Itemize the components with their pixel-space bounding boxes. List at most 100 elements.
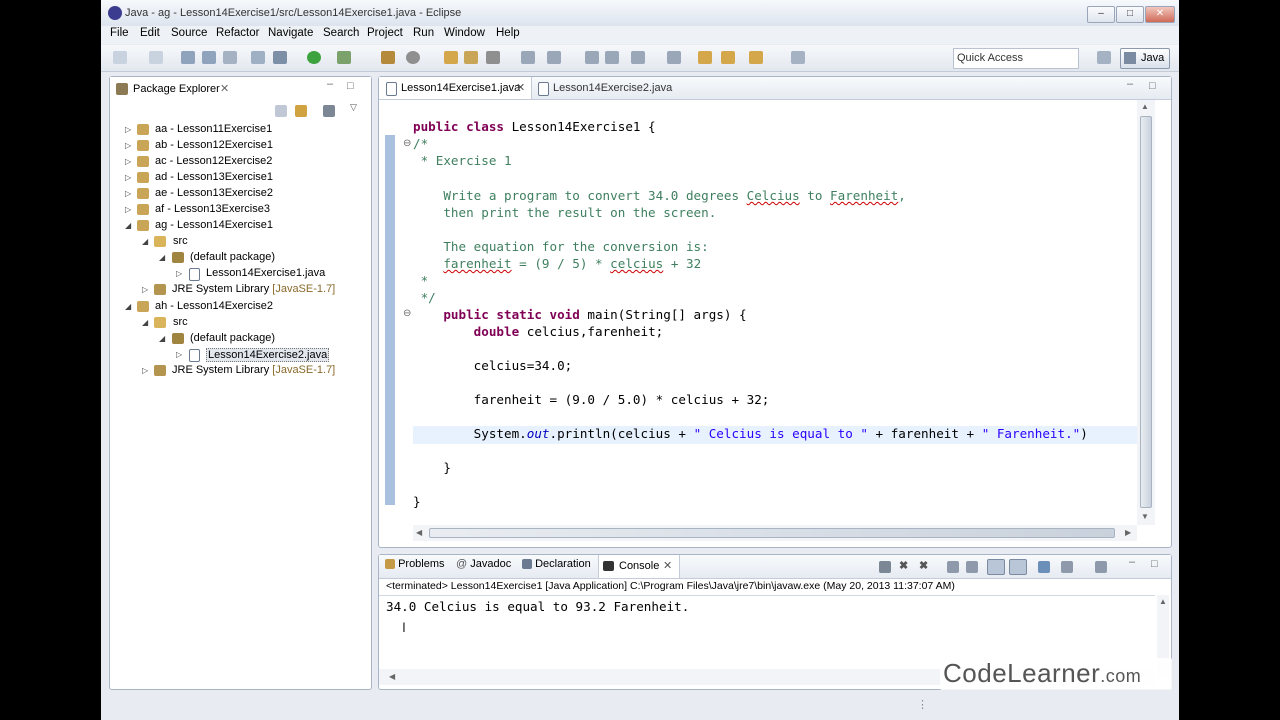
tree-item-ah-jre[interactable]: ▷ JRE System Library [JavaSE-1.7] [110,363,369,379]
back-icon[interactable] [698,51,712,64]
tree-item-lesson14exercise1-java[interactable]: ▷ Lesson14Exercise1.java [110,266,369,282]
tree-item-ag-package[interactable]: ◢ (default package) [110,250,369,266]
expand-icon[interactable]: ▷ [176,350,182,359]
close-tab-icon[interactable]: ✕ [663,559,672,572]
open-task-icon[interactable] [464,51,478,64]
maximize-editor-icon[interactable]: □ [1149,80,1156,92]
expand-icon[interactable]: ▷ [125,205,131,214]
expand-icon[interactable]: ▷ [176,269,182,278]
tree-item-lesson14exercise2-java[interactable]: ▷ Lesson14Exercise2.java [110,347,369,363]
scroll-up-icon[interactable]: ▲ [1141,102,1149,111]
editor-vertical-scrollbar[interactable]: ▲ ▼ [1137,100,1155,525]
collapse-all-icon[interactable] [275,105,287,117]
scroll-left-icon[interactable]: ◀ [416,528,422,537]
new-icon[interactable] [113,51,127,64]
expand-icon[interactable]: ▷ [125,157,131,166]
overview-ruler[interactable] [1157,100,1169,525]
tree-item-ag-jre[interactable]: ▷ JRE System Library [JavaSE-1.7] [110,282,369,298]
filter-icon[interactable] [323,105,335,117]
tab-declaration[interactable]: Declaration [522,558,591,570]
menu-run[interactable]: Run [413,27,434,39]
expand-icon[interactable]: ▷ [125,173,131,182]
menu-navigate[interactable]: Navigate [268,27,313,39]
scroll-right-icon[interactable]: ▶ [1125,528,1131,537]
collapse-icon[interactable]: ◢ [125,302,131,311]
tab-console[interactable]: Console ✕ [598,555,680,578]
minimize-button[interactable]: – [1087,6,1115,23]
debug-icon[interactable] [273,51,287,64]
view-menu-icon[interactable]: ▽ [350,102,357,113]
remove-all-icon[interactable]: ✖ [919,559,928,572]
quick-access-input[interactable]: Quick Access [953,48,1079,69]
new-package-icon[interactable] [406,51,420,64]
new-class-icon[interactable] [381,51,395,64]
collapse-icon[interactable]: ◢ [159,334,165,343]
tab-lesson14exercise1[interactable]: Lesson14Exercise1.java ✕ [379,77,532,99]
minimize-editor-icon[interactable]: – [1127,78,1133,90]
pin-editor-icon[interactable] [791,51,805,64]
expand-icon[interactable]: ▷ [125,125,131,134]
tree-item-ae[interactable]: ▷ ae - Lesson13Exercise2 [110,186,369,202]
package-explorer-title[interactable]: Package Explorer [133,83,220,95]
menu-source[interactable]: Source [171,27,207,39]
minimize-console-icon[interactable]: – [1129,556,1135,568]
tree-item-ah-package[interactable]: ◢ (default package) [110,331,369,347]
menu-search[interactable]: Search [323,27,359,39]
show-on-output-icon[interactable] [987,559,1005,575]
print-icon[interactable] [223,51,237,64]
tab-lesson14exercise2[interactable]: Lesson14Exercise2.java [536,77,676,99]
pin-console-icon[interactable] [1038,561,1050,573]
menu-project[interactable]: Project [367,27,403,39]
maximize-console-icon[interactable]: □ [1151,558,1158,570]
tree-item-ah[interactable]: ◢ ah - Lesson14Exercise2 [110,299,369,315]
tree-item-ad[interactable]: ▷ ad - Lesson13Exercise1 [110,170,369,186]
menu-edit[interactable]: Edit [140,27,160,39]
run-config-icon[interactable] [337,51,351,64]
tree-item-aa[interactable]: ▷ aa - Lesson11Exercise1 [110,122,369,138]
tree-item-ac[interactable]: ▷ ac - Lesson12Exercise2 [110,154,369,170]
java-perspective-button[interactable]: Java [1120,48,1170,69]
expand-icon[interactable]: ▷ [125,141,131,150]
fold-comment-icon[interactable]: ⊖ [403,138,411,149]
collapse-icon[interactable]: ◢ [142,318,148,327]
save-all-icon[interactable] [202,51,216,64]
show-on-error-icon[interactable] [1009,559,1027,575]
forward-icon[interactable] [749,51,763,64]
expand-icon[interactable]: ▷ [142,366,148,375]
prev-annotation-icon[interactable] [667,51,681,64]
minimize-view-icon[interactable]: – [327,78,333,90]
maximize-button[interactable]: □ [1116,6,1144,23]
last-edit-icon[interactable] [721,51,735,64]
tab-javadoc[interactable]: @ Javadoc [456,558,511,570]
show-whitespace-icon[interactable] [585,51,599,64]
scroll-left-icon[interactable]: ◀ [389,672,395,681]
open-type-icon[interactable] [444,51,458,64]
fold-method-icon[interactable]: ⊖ [403,308,411,319]
display-console-icon[interactable] [1061,561,1073,573]
scroll-lock-icon[interactable] [966,561,978,573]
terminate-icon[interactable] [879,561,891,573]
menu-refactor[interactable]: Refactor [216,27,259,39]
open-console-icon[interactable] [1095,561,1107,573]
maximize-view-icon[interactable]: □ [347,80,354,92]
tree-item-ab[interactable]: ▷ ab - Lesson12Exercise1 [110,138,369,154]
close-button[interactable]: ✕ [1145,6,1175,23]
tree-item-ag-src[interactable]: ◢ src [110,234,369,250]
close-tab-icon[interactable]: ✕ [516,81,525,94]
next-annotation-icon[interactable] [631,51,645,64]
toggle-icon[interactable] [251,51,265,64]
save-icon[interactable] [181,51,195,64]
code-area[interactable]: ⊖ ⊖ public class Lesson14Exercise1 { /* … [379,100,1137,525]
close-view-icon[interactable]: ✕ [220,82,229,95]
tree-item-ag[interactable]: ◢ ag - Lesson14Exercise1 [110,218,369,234]
annotation-icon[interactable] [521,51,535,64]
editor-horizontal-scrollbar[interactable]: ◀ ▶ [413,525,1137,541]
mark-occurrences-icon[interactable] [547,51,561,64]
collapse-icon[interactable]: ◢ [142,237,148,246]
scroll-up-icon[interactable]: ▲ [1159,597,1167,606]
expand-icon[interactable]: ▷ [142,285,148,294]
menu-help[interactable]: Help [496,27,520,39]
clear-console-icon[interactable] [947,561,959,573]
link-editor-icon[interactable] [295,105,307,117]
search-icon[interactable] [486,51,500,64]
